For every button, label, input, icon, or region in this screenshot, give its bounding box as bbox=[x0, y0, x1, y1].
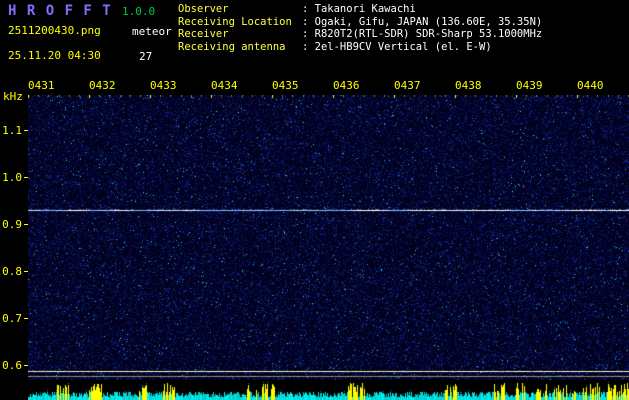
station-info-value: : Takanori Kawachi bbox=[302, 3, 416, 15]
app-version: 1.0.0 bbox=[122, 5, 156, 18]
x-tick-label-0435: 0435 bbox=[272, 79, 299, 92]
app-info-block: H R O F F T 1.0.0 2511200430.png meteor … bbox=[5, 0, 177, 74]
x-tick-label-0436: 0436 bbox=[333, 79, 360, 92]
echo-count: 27 bbox=[139, 50, 153, 63]
y-tick-label-0.6: 0.6 bbox=[2, 359, 22, 372]
x-tick-label-0437: 0437 bbox=[394, 79, 421, 92]
app-title: H R O F F T bbox=[8, 3, 112, 19]
header-bar: H R O F F T 1.0.0 2511200430.png meteor … bbox=[0, 0, 629, 76]
station-info-label: Receiving Location bbox=[178, 15, 292, 28]
station-info-row-0: Observer : Takanori Kawachi bbox=[178, 3, 542, 16]
x-tick-label-0431: 0431 bbox=[28, 79, 55, 92]
x-tick-label-0432: 0432 bbox=[89, 79, 116, 92]
station-info-label: Receiver bbox=[178, 28, 229, 40]
station-info-value: : R820T2(RTL-SDR) SDR-Sharp 53.1000MHz bbox=[302, 28, 543, 40]
time-axis: 0431 0432 0433 0434 0435 0436 0437 0438 0439 0440 bbox=[28, 79, 629, 93]
station-info-row-3: Receiving antenna : 2el-HB9CV Vertical (e… bbox=[178, 41, 542, 54]
station-info-row-1: Receiving Location : Ogaki, Gifu, JAPAN (… bbox=[178, 16, 542, 29]
station-info-row-2: Receiver : R820T2(RTL-SDR) SDR-Sharp 53.1… bbox=[178, 28, 542, 41]
station-info-label: Observer bbox=[178, 3, 229, 15]
station-info-label: Receiving antenna bbox=[178, 40, 286, 53]
output-filename: 2511200430.png bbox=[8, 24, 101, 37]
y-tick-label-0.7: 0.7 bbox=[2, 312, 22, 325]
y-tick-label-0.8: 0.8 bbox=[2, 265, 22, 278]
y-tick-label-1.1: 1.1 bbox=[2, 124, 22, 137]
station-info-value: : 2el-HB9CV Vertical (el. E-W) bbox=[302, 40, 492, 53]
signal-level-strip-canvas bbox=[28, 380, 629, 400]
x-tick-label-0434: 0434 bbox=[211, 79, 238, 92]
station-info-block: Observer: Takanori Kawachi Receiving Loca… bbox=[178, 3, 542, 53]
y-tick-label-1.0: 1.0 bbox=[2, 171, 22, 184]
x-tick-label-0440: 0440 bbox=[577, 79, 604, 92]
datetime-label: 25.11.20 04:30 bbox=[8, 49, 101, 62]
frequency-axis: 1.1 1.0 0.9 0.8 0.7 0.6 bbox=[0, 95, 28, 380]
x-tick-label-0439: 0439 bbox=[516, 79, 543, 92]
hrofft-screen: H R O F F T 1.0.0 2511200430.png meteor … bbox=[0, 0, 629, 400]
x-tick-label-0433: 0433 bbox=[150, 79, 177, 92]
station-info-value: : Ogaki, Gifu, JAPAN (136.60E, 35.35N) bbox=[302, 15, 543, 28]
x-tick-label-0438: 0438 bbox=[455, 79, 482, 92]
spectrogram-canvas bbox=[28, 95, 629, 380]
mode-label: meteor bbox=[132, 25, 172, 38]
y-tick-label-0.9: 0.9 bbox=[2, 218, 22, 231]
